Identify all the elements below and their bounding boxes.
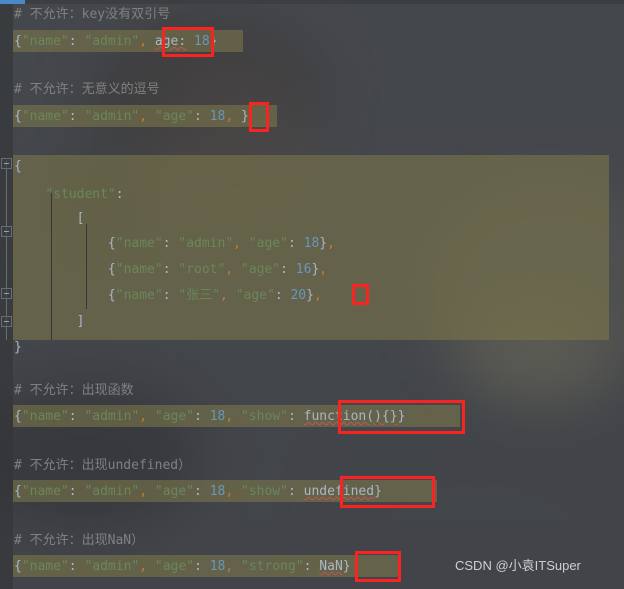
annotation-box-function [338,400,465,434]
json-line-item-1[interactable]: {"name": "admin", "age": 18}, [14,237,335,250]
comment-no-undefined: # 不允许：出现undefined） [14,458,192,473]
comment-no-function: # 不允许：出现函数 [14,383,134,398]
code-line-no-undefined[interactable]: {"name": "admin", "age": 18, "show": und… [14,485,382,498]
indent-guide-1 [51,193,52,340]
json-line-close-brace[interactable]: } [14,341,22,354]
json-line-array-close[interactable]: ] [14,315,85,328]
code-line-no-nan[interactable]: {"name": "admin", "age": 18, "strong": N… [14,560,351,573]
json-line-item-2[interactable]: {"name": "root", "age": 16}, [14,263,327,276]
code-editor-window[interactable]: # 不允许：key没有双引号 {"name": "admin", age: 18… [0,0,624,589]
annotation-box-unquoted-key [162,27,214,57]
comment-no-trailing-comma: # 不允许：无意义的逗号 [14,82,160,97]
annotation-box-trailing-comma [249,102,269,132]
indent-guide-2 [86,224,87,309]
json-line-student-key[interactable]: "student": [14,188,123,201]
json-line-array-open[interactable]: [ [14,212,85,225]
annotation-box-nan [355,551,401,582]
top-strip [25,0,624,4]
progress-indicator [0,0,25,4]
json-line-item-3[interactable]: {"name": "张三", "age": 20}, [14,289,322,302]
annotation-box-array-trailing-comma [352,284,369,305]
annotation-box-undefined [340,476,435,508]
comment-no-unquoted-key: # 不允许：key没有双引号 [14,7,171,22]
code-content[interactable]: # 不允许：key没有双引号 {"name": "admin", age: 18… [0,0,624,589]
comment-no-nan: # 不允许：出现NaN） [14,533,145,548]
code-line-no-trailing-comma[interactable]: {"name": "admin", "age": 18, } [14,110,249,123]
watermark: CSDN @小袁ITSuper [455,558,581,573]
json-line-open-brace[interactable]: { [14,160,22,173]
